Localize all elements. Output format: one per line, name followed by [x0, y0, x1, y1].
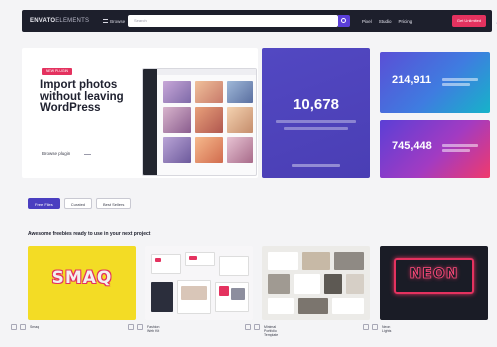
stat-caption-line [442, 78, 478, 81]
thumb-block [332, 298, 364, 314]
section-title: Awesome freebies ready to use in your ne… [28, 231, 151, 237]
stat-caption-line [442, 83, 470, 86]
item-title[interactable]: Smaq [30, 325, 39, 329]
thumb-block [181, 286, 207, 300]
screenshot-photo [163, 137, 191, 163]
content-tabs: Free Files Curated Best Sellers [28, 198, 132, 209]
screenshot-photo [227, 107, 253, 133]
browse-label: Browse [110, 18, 126, 24]
download-icon[interactable] [137, 324, 143, 330]
stat-caption-line [442, 144, 478, 147]
thumb-block [151, 282, 173, 312]
download-icon[interactable] [20, 324, 26, 330]
thumb-block [231, 288, 245, 300]
thumb-text: NEON [409, 266, 459, 283]
search-button[interactable] [338, 15, 350, 27]
bookmark-icon[interactable] [363, 324, 369, 330]
plugin-screenshot [142, 68, 257, 176]
nav-link-3[interactable]: Pricing [399, 19, 413, 24]
download-icon[interactable] [254, 324, 260, 330]
tab-best-sellers[interactable]: Best Sellers [96, 198, 132, 209]
bookmark-icon[interactable] [245, 324, 251, 330]
neon-frame: NEON [394, 258, 474, 294]
stat-value: 10,678 [293, 96, 339, 113]
search-icon [341, 18, 346, 23]
item-title[interactable]: Minimal Portfolio Template [264, 325, 278, 337]
logo-bold-text: ENVATO [30, 18, 56, 24]
browse-menu-button[interactable]: Browse [103, 19, 125, 24]
site-logo[interactable]: ENVATOELEMENTS [30, 18, 89, 24]
thumb-text: SMAQ [51, 268, 113, 288]
download-icon[interactable] [372, 324, 378, 330]
bookmark-icon[interactable] [11, 324, 17, 330]
bookmark-icon[interactable] [128, 324, 134, 330]
hero-link[interactable]: Browse plugin [42, 151, 70, 156]
nav-link-2[interactable]: Studio [379, 19, 392, 24]
thumb-block [302, 252, 330, 270]
screenshot-photo [163, 81, 191, 103]
item-title[interactable]: Neon Lights [382, 325, 391, 333]
thumb-block [219, 286, 229, 296]
item-actions [363, 324, 378, 330]
app-window: ENVATOELEMENTS Browse Search Pixel Studi… [0, 0, 497, 347]
item-actions [11, 324, 26, 330]
hero-title: Import photos without leaving WordPress [40, 79, 124, 114]
arrow-right-icon [84, 152, 91, 155]
item-title[interactable]: Fashion Web Kit [147, 325, 159, 333]
top-navigation-bar: ENVATOELEMENTS Browse Search Pixel Studi… [22, 10, 497, 32]
screenshot-sidebar [143, 69, 157, 175]
stat-value: 745,448 [392, 140, 432, 152]
thumb-block [294, 274, 320, 294]
thumb-block [268, 298, 294, 314]
screenshot-toolbar [157, 69, 256, 75]
stat-card-tertiary[interactable]: 745,448 [380, 120, 490, 178]
item-actions [128, 324, 143, 330]
nav-links: Pixel Studio Pricing [362, 10, 412, 32]
stat-caption-line [276, 120, 356, 123]
thumb-block [155, 258, 161, 262]
thumb-block [219, 256, 249, 276]
search-input[interactable]: Search [128, 15, 338, 27]
stat-caption-line [442, 149, 470, 152]
screenshot-photo [227, 81, 253, 103]
screenshot-photo [195, 137, 223, 163]
thumb-block [268, 252, 298, 270]
tab-curated[interactable]: Curated [63, 198, 93, 209]
thumb-block [189, 256, 197, 260]
item-thumbnail[interactable]: NEON [380, 246, 488, 320]
get-unlimited-button[interactable]: Get Unlimited [452, 15, 486, 27]
thumb-block [346, 274, 364, 294]
screenshot-photo [195, 81, 223, 103]
screenshot-photo [227, 137, 253, 163]
thumb-block [268, 274, 290, 294]
item-actions [245, 324, 260, 330]
thumb-block [324, 274, 342, 294]
new-plugin-badge: NEW PLUGIN [42, 68, 72, 75]
stat-caption-line [284, 127, 348, 130]
item-thumbnail[interactable] [145, 246, 253, 320]
stat-card-primary[interactable]: 10,678 [262, 48, 370, 178]
thumb-block [151, 254, 181, 274]
tab-free-files[interactable]: Free Files [28, 198, 60, 209]
logo-thin-text: ELEMENTS [55, 18, 90, 24]
hamburger-icon [103, 19, 109, 23]
stat-value: 214,911 [392, 74, 432, 86]
item-thumbnail[interactable] [262, 246, 370, 320]
stat-link[interactable] [292, 164, 340, 167]
thumb-block [298, 298, 328, 314]
thumb-block [334, 252, 364, 270]
hero-promo-banner[interactable]: NEW PLUGIN Import photos without leaving… [22, 48, 258, 178]
stat-card-secondary[interactable]: 214,911 [380, 52, 490, 113]
item-thumbnail[interactable]: SMAQ [28, 246, 136, 320]
screenshot-photo [163, 107, 191, 133]
nav-link-1[interactable]: Pixel [362, 19, 372, 24]
screenshot-photo [195, 107, 223, 133]
